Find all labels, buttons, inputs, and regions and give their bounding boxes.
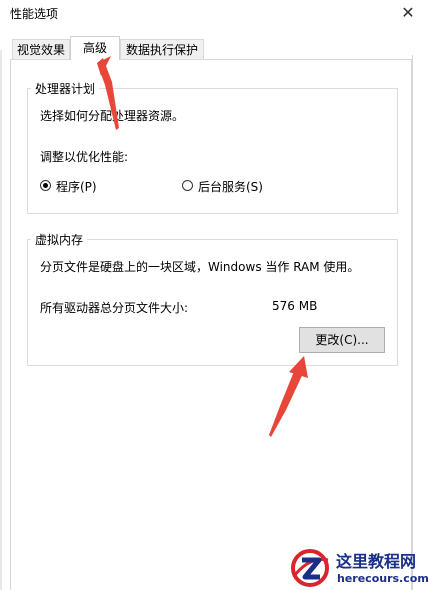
virtual-memory-title: 虚拟内存	[31, 231, 88, 248]
background-services-radio-label[interactable]: 后台服务(S)	[198, 178, 263, 195]
processor-description: 选择如何分配处理器资源。	[40, 109, 185, 123]
programs-radio-label[interactable]: 程序(P)	[56, 178, 97, 195]
change-button[interactable]: 更改(C)...	[299, 327, 385, 353]
background-services-radio[interactable]	[182, 180, 193, 191]
performance-options-dialog: 性能选项 ✕ 视觉效果 高级 数据执行保护 处理器计划 选择如何分配处理器资源。…	[0, 0, 428, 590]
title-bar: 性能选项 ✕	[0, 0, 428, 28]
watermark-name: 这里教程网	[336, 552, 417, 571]
total-paging-size-value: 576 MB	[272, 299, 318, 313]
watermark-url: herecours.com	[337, 572, 428, 585]
close-icon[interactable]: ✕	[396, 2, 420, 24]
programs-radio[interactable]	[40, 180, 51, 191]
adjust-for-label: 调整以优化性能:	[40, 150, 129, 164]
processor-scheduling-title: 处理器计划	[31, 80, 100, 97]
tab-visual-effects[interactable]: 视觉效果	[12, 39, 70, 59]
panel-right-border	[412, 55, 413, 590]
radio-selected-dot	[43, 183, 48, 188]
total-paging-size-label: 所有驱动器总分页文件大小:	[40, 301, 189, 315]
virtual-memory-description: 分页文件是硬盘上的一块区域，Windows 当作 RAM 使用。	[40, 260, 360, 274]
window-title: 性能选项	[10, 7, 59, 21]
watermark: 这里教程网 herecours.com	[288, 546, 428, 590]
tab-advanced[interactable]: 高级	[70, 36, 120, 60]
background-window-edge	[0, 50, 2, 590]
tab-data-execution-prevention[interactable]: 数据执行保护	[120, 39, 204, 59]
watermark-logo-icon	[291, 549, 329, 587]
